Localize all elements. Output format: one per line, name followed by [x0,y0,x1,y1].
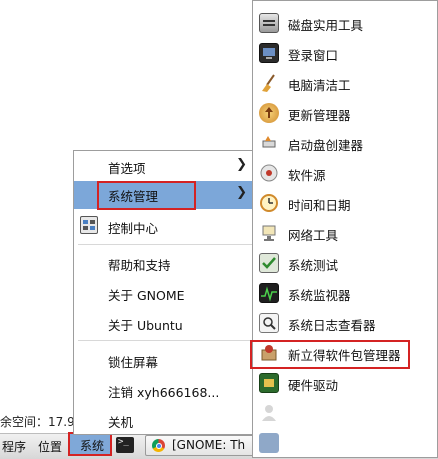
menu-item-control-center[interactable]: 控制中心 [74,213,259,239]
menu-item-update-manager[interactable]: 更新管理器 [253,98,437,128]
startup-disk-creator-icon [259,133,279,153]
menu-item-label: 关于 Ubuntu [108,318,183,333]
menu-item-login-window[interactable]: 登录窗口 [253,38,437,68]
places-menu[interactable]: 位置 [38,438,62,455]
menu-item-system-testing[interactable]: 系统测试 [253,248,437,278]
menu-separator [78,244,255,245]
taskbar-window-button[interactable]: [GNOME: Th [145,435,255,456]
menu-item-disk-utility[interactable]: 磁盘实用工具 [253,8,437,38]
computer-janitor-icon [259,73,279,93]
taskbar-window-title: [GNOME: Th [172,438,246,452]
menu-item-shutdown[interactable]: 关机 [74,407,259,433]
menu-item-label: 帮助和支持 [108,258,171,273]
chrome-icon [152,439,165,452]
log-viewer-icon [259,313,279,333]
menu-item-label: 硬件驱动 [288,378,339,393]
menu-item-time-and-date[interactable]: 时间和日期 [253,188,437,218]
menu-item-network-tools[interactable]: 网络工具 [253,218,437,248]
menu-item-software-sources[interactable]: 软件源 [253,158,437,188]
administration-submenu: 磁盘实用工具 登录窗口 电脑清洁工 更新管理器 启动盘创建器 软件源 时间和日期… [252,0,438,458]
time-and-date-icon [259,193,279,213]
annotation-highlight-administration [97,181,196,210]
menu-item-system-monitor[interactable]: 系统监视器 [253,278,437,308]
menu-item-label: 锁住屏幕 [108,355,159,370]
free-space-status: 余空间：17.9 [0,415,75,429]
hardware-drivers-icon [259,373,279,393]
login-window-icon [259,43,279,63]
flag-icon [259,433,279,453]
menu-item-label: 系统监视器 [288,288,351,303]
users-icon [259,403,279,423]
menu-item-startup-disk-creator[interactable]: 启动盘创建器 [253,128,437,158]
menu-item-label: 时间和日期 [288,198,351,213]
menu-item-label: 网络工具 [288,228,339,243]
menu-item-label: 电脑清洁工 [288,78,351,93]
menu-item-label: 关于 GNOME [108,288,185,303]
programs-menu[interactable]: 程序 [2,438,26,455]
terminal-icon[interactable] [116,437,134,453]
submenu-arrow-icon: ❯ [236,185,247,200]
system-menu-label: 系统 [80,439,105,453]
menu-item-label: 启动盘创建器 [288,138,364,153]
menu-item-label: 系统测试 [288,258,339,273]
menu-item-label: 注销 xyh666168... [108,385,220,400]
annotation-highlight-synaptic [250,340,410,369]
submenu-arrow-icon: ❯ [236,157,247,172]
menu-item-partial[interactable] [253,428,437,458]
system-monitor-icon [259,283,279,303]
menu-item-lock-screen[interactable]: 锁住屏幕 [74,347,259,373]
menu-item-label: 系统日志查看器 [288,318,376,333]
system-testing-icon [259,253,279,273]
menu-item-logout[interactable]: 注销 xyh666168... [74,377,259,403]
menu-item-hardware-drivers[interactable]: 硬件驱动 [253,368,437,398]
update-manager-icon [259,103,279,123]
menu-item-label: 控制中心 [108,221,159,236]
disk-utility-icon [259,13,279,33]
menu-item-label: 首选项 [108,161,146,176]
menu-item-about-gnome[interactable]: 关于 GNOME [74,280,259,306]
network-tools-icon [259,223,279,243]
menu-item-preferences[interactable]: 首选项 ❯ [74,153,259,179]
menu-item-label: 更新管理器 [288,108,351,123]
system-menu-button[interactable]: 系统 [68,432,112,456]
menu-item-label: 软件源 [288,168,326,183]
menu-item-label: 磁盘实用工具 [288,18,364,33]
menu-item-computer-janitor[interactable]: 电脑清洁工 [253,68,437,98]
menu-item-about-ubuntu[interactable]: 关于 Ubuntu [74,310,259,336]
menu-separator [78,340,255,341]
menu-item-users[interactable] [253,398,437,428]
control-center-icon [80,216,98,234]
menu-item-label: 登录窗口 [288,48,339,63]
software-sources-icon [259,163,279,183]
menu-item-log-viewer[interactable]: 系统日志查看器 [253,308,437,338]
menu-item-label: 关机 [108,415,134,430]
menu-item-help[interactable]: 帮助和支持 [74,250,259,276]
